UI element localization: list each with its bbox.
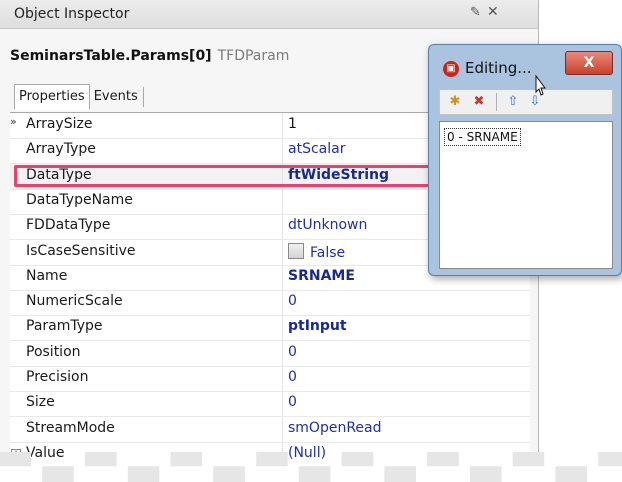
datatype-highlight-box <box>14 165 434 187</box>
column-divider <box>282 290 283 316</box>
property-name: Position <box>26 343 81 360</box>
property-name: IsCaseSensitive <box>26 242 136 259</box>
dialog-close-button[interactable]: X <box>565 51 613 75</box>
property-value[interactable]: dtUnknown <box>288 217 367 233</box>
property-value[interactable]: SRNAME <box>288 268 355 284</box>
editing-dialog: ▣ Editing... X ✱ ✖ ⇧ ⇩ 0 - SRNAME <box>428 44 622 276</box>
close-icon[interactable]: ✕ <box>487 4 499 20</box>
column-divider <box>282 264 283 290</box>
property-value[interactable]: 1 <box>288 116 297 132</box>
dialog-toolbar: ✱ ✖ ⇧ ⇩ <box>439 89 613 115</box>
checkbox-label: False <box>310 244 346 261</box>
property-name: DataTypeName <box>26 191 133 208</box>
list-item[interactable]: 0 - SRNAME <box>444 128 521 146</box>
dialog-title: Editing... <box>465 59 532 77</box>
property-name: NumericScale <box>26 293 123 310</box>
collection-list: 0 - SRNAME <box>439 121 613 269</box>
property-value[interactable]: ptInput <box>288 318 347 334</box>
inspector-title: Object Inspector <box>14 6 130 22</box>
add-item-icon[interactable]: ✱ <box>446 93 464 111</box>
column-divider <box>282 239 283 265</box>
tab-properties[interactable]: Properties <box>14 84 90 110</box>
move-up-icon[interactable]: ⇧ <box>504 93 522 111</box>
selected-object-label[interactable]: SeminarsTable.Params[0] TFDParam <box>10 48 289 64</box>
property-name: Precision <box>26 369 89 385</box>
property-row-numericscale[interactable]: NumericScale 0 <box>10 290 530 317</box>
dialog-title-bar[interactable]: ▣ Editing... X <box>437 51 617 79</box>
property-name: Size <box>26 394 55 411</box>
faded-background-decoration: ▀▄▀▄▀▄▀▄▀▄▀▄▀▄▀▄▀▄▀▄ <box>0 452 622 482</box>
mouse-pointer-icon <box>535 74 546 96</box>
column-divider <box>282 188 283 214</box>
property-value[interactable]: atScalar <box>288 141 345 157</box>
checkbox[interactable] <box>288 242 304 259</box>
column-divider <box>282 113 283 138</box>
column-divider <box>282 315 283 341</box>
property-value[interactable]: 0 <box>288 369 297 385</box>
inspector-title-bar: Object Inspector ✎ ✕ <box>0 0 538 29</box>
property-name: Name <box>26 267 68 284</box>
inspector-tabs: Properties Events <box>14 84 144 110</box>
property-row-streammode[interactable]: StreamMode smOpenRead <box>10 416 530 443</box>
column-divider <box>282 340 283 366</box>
column-divider <box>282 366 283 391</box>
property-row-precision[interactable]: Precision 0 <box>10 366 530 392</box>
delete-item-icon[interactable]: ✖ <box>470 93 488 111</box>
property-row-position[interactable]: Position 0 <box>10 340 530 367</box>
property-name: ArrayType <box>26 141 96 158</box>
column-divider <box>282 214 283 240</box>
property-value[interactable]: 0 <box>288 344 297 360</box>
pin-icon[interactable]: ✎ <box>470 5 481 20</box>
property-value[interactable]: False <box>288 242 346 261</box>
tab-divider <box>142 87 144 107</box>
property-row-size[interactable]: Size 0 <box>10 391 530 418</box>
column-divider <box>282 391 283 417</box>
property-name: ParamType <box>26 318 103 335</box>
property-value[interactable]: smOpenRead <box>288 420 382 436</box>
object-name: SeminarsTable.Params[0] <box>10 48 212 64</box>
property-value[interactable]: 0 <box>288 394 297 410</box>
current-row-marker-icon: » <box>10 115 17 128</box>
property-name: ArraySize <box>26 116 93 132</box>
property-name: StreamMode <box>26 419 115 436</box>
toolbar-separator <box>496 93 497 111</box>
property-row-paramtype[interactable]: ParamType ptInput <box>10 315 530 342</box>
tab-events[interactable]: Events <box>90 84 143 109</box>
object-class: TFDParam <box>217 48 290 64</box>
column-divider <box>282 138 283 164</box>
app-icon: ▣ <box>443 61 459 77</box>
column-divider <box>282 416 283 442</box>
property-name: FDDataType <box>26 217 111 234</box>
property-value[interactable]: 0 <box>288 293 297 309</box>
